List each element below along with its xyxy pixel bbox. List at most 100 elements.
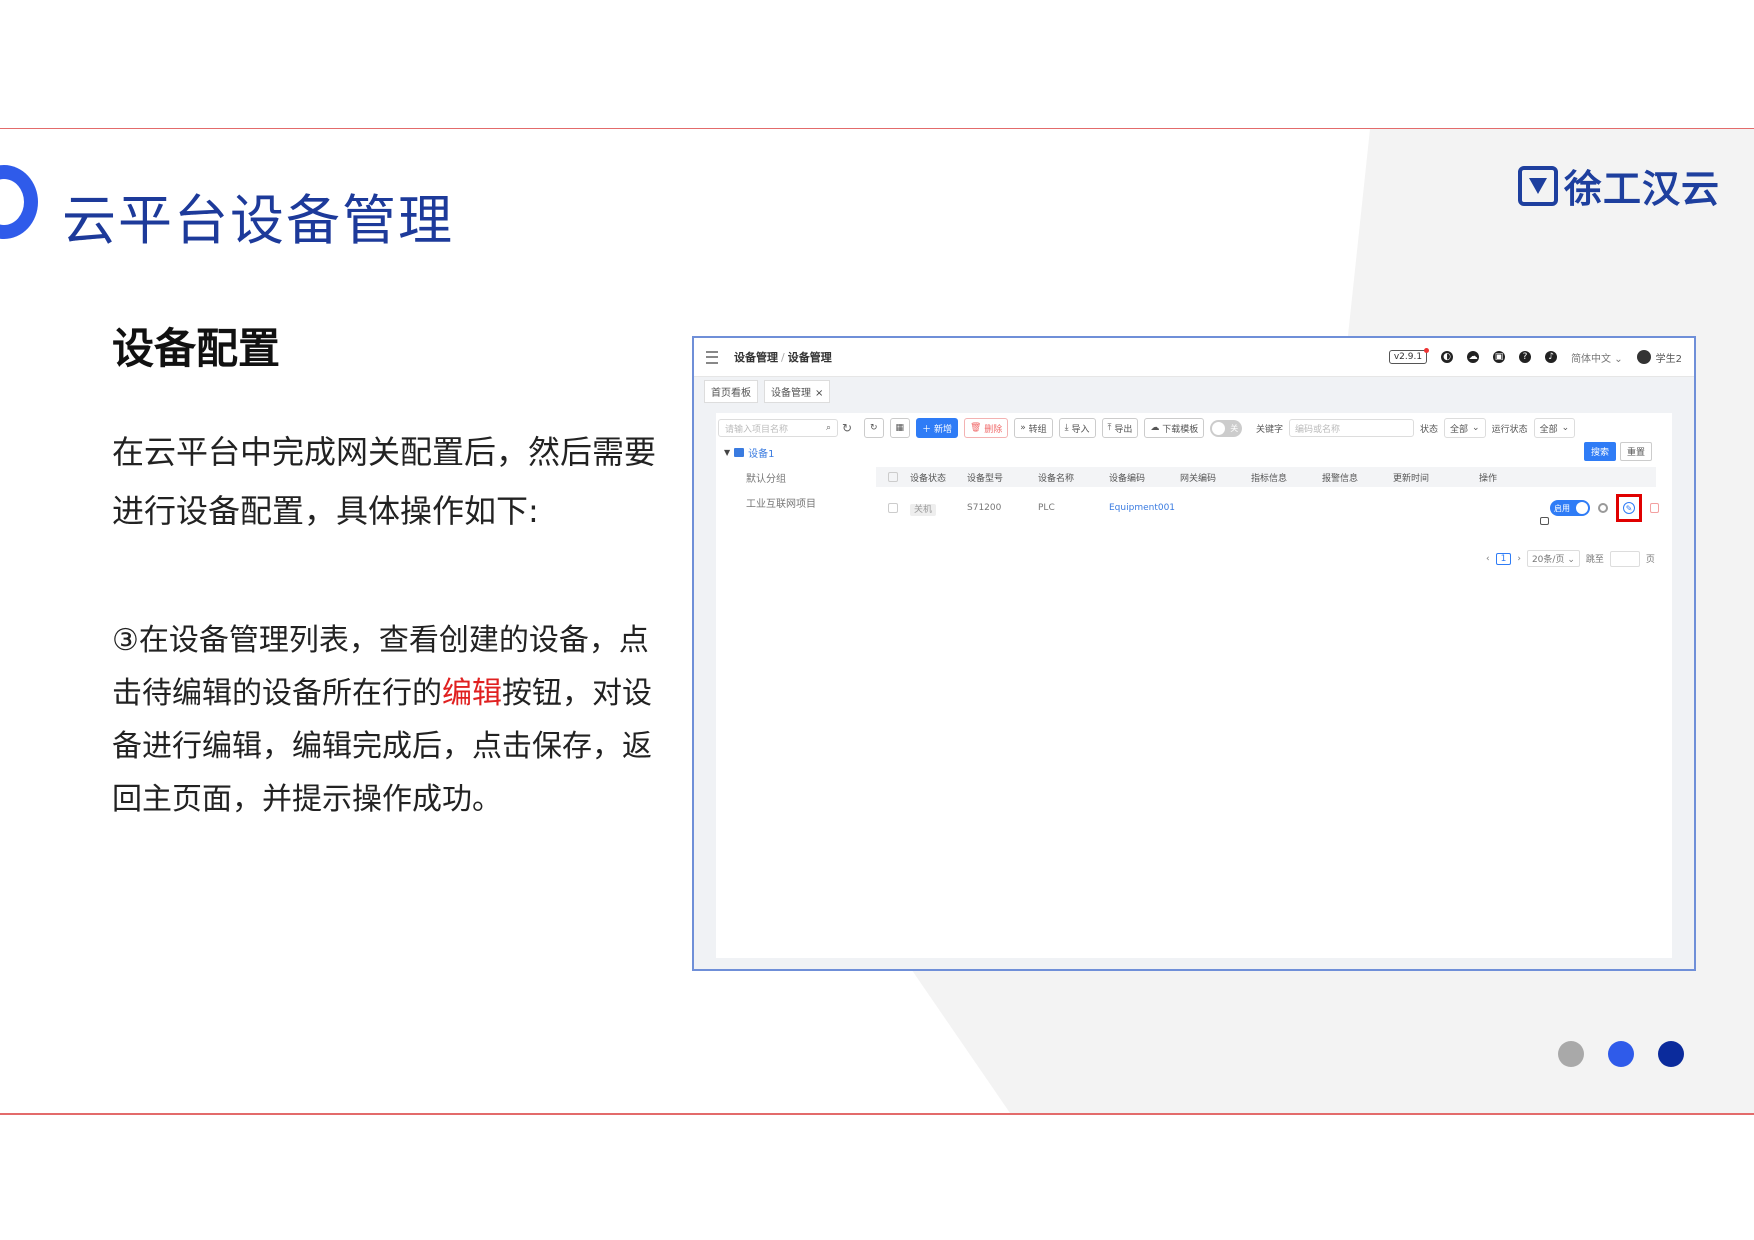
status-badge: 关机 — [910, 503, 937, 516]
col-actions: 操作 — [1479, 473, 1498, 484]
cell-name: PLC — [1038, 503, 1055, 513]
menu-icon[interactable] — [706, 350, 718, 364]
delete-icon[interactable] — [1650, 503, 1659, 513]
breadcrumb-current: 设备管理 — [787, 351, 832, 364]
pagination: ‹ 1 › 20条/页 ⌄ 跳至 页 — [1486, 550, 1655, 567]
intro-paragraph: 在云平台中完成网关配置后，然后需要进行设备配置，具体操作如下: — [112, 433, 657, 530]
col-device-model: 设备型号 — [967, 473, 1004, 484]
cell-code-link[interactable]: Equipment001 — [1109, 503, 1180, 513]
delete-button[interactable]: 🗑 删除 — [963, 418, 1009, 438]
app-screenshot: 设备管理 / 设备管理 v2.9.1 ◐ ☁ ▣ ? ♪ 简体中文 ⌄ 学生2 首页… — [692, 336, 1696, 971]
search-button[interactable]: 搜索 — [1583, 442, 1616, 461]
tree-node-iiot-project[interactable]: 工业互联网项目 — [746, 495, 816, 510]
enable-label: 启用 — [1554, 503, 1570, 513]
tree-root-label: 设备1 — [748, 449, 775, 460]
import-button[interactable]: ⤓ 导入 — [1058, 418, 1096, 438]
page-size-select[interactable]: 20条/页 ⌄ — [1526, 550, 1580, 567]
help-icon[interactable]: ? — [1519, 351, 1532, 363]
language-select[interactable]: 简体中文 ⌄ — [1571, 350, 1623, 365]
import-label: 导入 — [1071, 424, 1090, 435]
col-device-name: 设备名称 — [1038, 473, 1075, 484]
run-status-value: 全部 — [1539, 424, 1558, 435]
keyword-input[interactable]: 编码或名称 — [1289, 419, 1415, 437]
select-all-checkbox[interactable] — [888, 472, 898, 482]
bell-icon[interactable]: ♪ — [1545, 351, 1558, 363]
tree-root-node[interactable]: ▼ 设备1 — [724, 445, 816, 460]
next-page-icon[interactable]: › — [1517, 554, 1521, 564]
reset-button[interactable]: 重置 — [1619, 442, 1652, 461]
settings-icon[interactable] — [1598, 503, 1608, 513]
tree-refresh-icon[interactable]: ↻ — [842, 421, 852, 435]
tree-node-default-group[interactable]: 默认分组 — [746, 470, 816, 485]
slide-dots — [1558, 1041, 1684, 1067]
theme-icon[interactable]: ◐ — [1441, 351, 1454, 363]
col-update-time: 更新时间 — [1393, 473, 1430, 484]
search-icon[interactable]: ⌕ — [826, 423, 831, 433]
goto-page-input[interactable] — [1609, 550, 1640, 567]
tab-device-management[interactable]: 设备管理 × — [764, 379, 831, 403]
cell-model: S71200 — [967, 503, 1002, 513]
col-gateway-code: 网关编码 — [1180, 473, 1217, 484]
run-status-label: 运行状态 — [1491, 424, 1528, 435]
col-device-status: 设备状态 — [910, 473, 947, 484]
run-status-select[interactable]: 全部 ⌄ — [1533, 418, 1576, 438]
header-divider — [0, 128, 1754, 129]
page-suffix: 页 — [1645, 555, 1655, 565]
col-metrics: 指标信息 — [1251, 473, 1288, 484]
prev-page-icon[interactable]: ‹ — [1486, 554, 1490, 564]
edit-button-highlight[interactable]: ✎ — [1616, 494, 1642, 522]
keyword-placeholder: 编码或名称 — [1295, 424, 1341, 435]
breadcrumb: 设备管理 / 设备管理 — [734, 351, 832, 364]
row-checkbox[interactable] — [888, 503, 898, 513]
cell-status: 关机 — [910, 502, 967, 516]
add-label: 新增 — [933, 424, 952, 435]
tab-close-icon[interactable]: × — [815, 388, 823, 399]
footer-divider — [0, 1113, 1754, 1115]
goto-label: 跳至 — [1585, 555, 1604, 565]
page-current[interactable]: 1 — [1495, 552, 1512, 565]
filter-bar: 关键字 编码或名称 状态 全部 ⌄ 运行状态 全部 ⌄ — [1256, 418, 1576, 438]
status-select[interactable]: 全部 ⌄ — [1444, 418, 1486, 438]
search-actions: 搜索 重置 — [1583, 442, 1652, 461]
main-content: 请输入项目名称 ⌕ ↻ ▼ 设备1 默认分组 工业互联网项目 ↻ ▦ ＋ 新增 🗑 … — [716, 413, 1672, 958]
enable-toggle[interactable]: 启用 — [1550, 500, 1590, 516]
logo-mark-icon — [1518, 165, 1558, 206]
status-value: 全部 — [1450, 424, 1469, 435]
tab-home[interactable]: 首页看板 — [704, 379, 758, 403]
avatar — [1636, 350, 1651, 364]
download-template-button[interactable]: ☁ 下载模板 — [1144, 418, 1205, 438]
breadcrumb-parent[interactable]: 设备管理 — [734, 351, 778, 364]
app-header: 设备管理 / 设备管理 v2.9.1 ◐ ☁ ▣ ? ♪ 简体中文 ⌄ 学生2 — [694, 338, 1694, 377]
logo-text: 徐工汉云 — [1564, 167, 1721, 211]
step-highlight: 编辑 — [442, 676, 502, 711]
version-badge[interactable]: v2.9.1 — [1388, 348, 1430, 364]
user-menu[interactable]: 学生2 — [1636, 350, 1682, 365]
status-label: 状态 — [1420, 424, 1439, 435]
folder-icon — [734, 448, 745, 457]
refresh-button[interactable]: ↻ — [864, 418, 884, 438]
view-toggle[interactable]: 关 — [1210, 419, 1243, 437]
fullscreen-icon[interactable]: ▣ — [1493, 351, 1506, 363]
username: 学生2 — [1655, 353, 1682, 365]
caret-down-icon[interactable]: ▼ — [724, 448, 730, 457]
add-button[interactable]: ＋ 新增 — [916, 418, 958, 438]
grid-view-button[interactable]: ▦ — [889, 418, 911, 438]
transfer-label: 转组 — [1028, 424, 1047, 435]
col-device-code: 设备编码 — [1109, 473, 1146, 484]
step-paragraph: ③在设备管理列表，查看创建的设备，点击待编辑的设备所在行的编辑按钮，对设备进行编… — [112, 614, 677, 826]
table-header: 设备状态 设备型号 设备名称 设备编码 网关编码 指标信息 报警信息 更新时间 … — [876, 467, 1656, 487]
device-table: 设备状态 设备型号 设备名称 设备编码 网关编码 指标信息 报警信息 更新时间 … — [876, 467, 1659, 529]
view-toggle-label: 关 — [1230, 423, 1239, 433]
export-button[interactable]: ⤒ 导出 — [1101, 418, 1139, 438]
template-label: 下载模板 — [1162, 424, 1199, 435]
toolbar: ↻ ▦ ＋ 新增 🗑 删除 » 转组 ⤓ 导入 ⤒ 导出 ☁ 下载模板 关 — [864, 418, 1243, 438]
device-tree: ▼ 设备1 默认分组 工业互联网项目 — [724, 445, 816, 510]
export-label: 导出 — [1114, 424, 1133, 435]
transfer-group-button[interactable]: » 转组 — [1014, 418, 1053, 438]
row-actions: 启用 ✎ — [1550, 494, 1659, 522]
edit-icon[interactable]: ✎ — [1623, 502, 1635, 514]
monitor-icon[interactable] — [1540, 517, 1549, 525]
tree-search-input[interactable]: 请输入项目名称 ⌕ — [718, 419, 838, 437]
cloud-icon[interactable]: ☁ — [1467, 351, 1480, 363]
col-alarms: 报警信息 — [1322, 473, 1359, 484]
